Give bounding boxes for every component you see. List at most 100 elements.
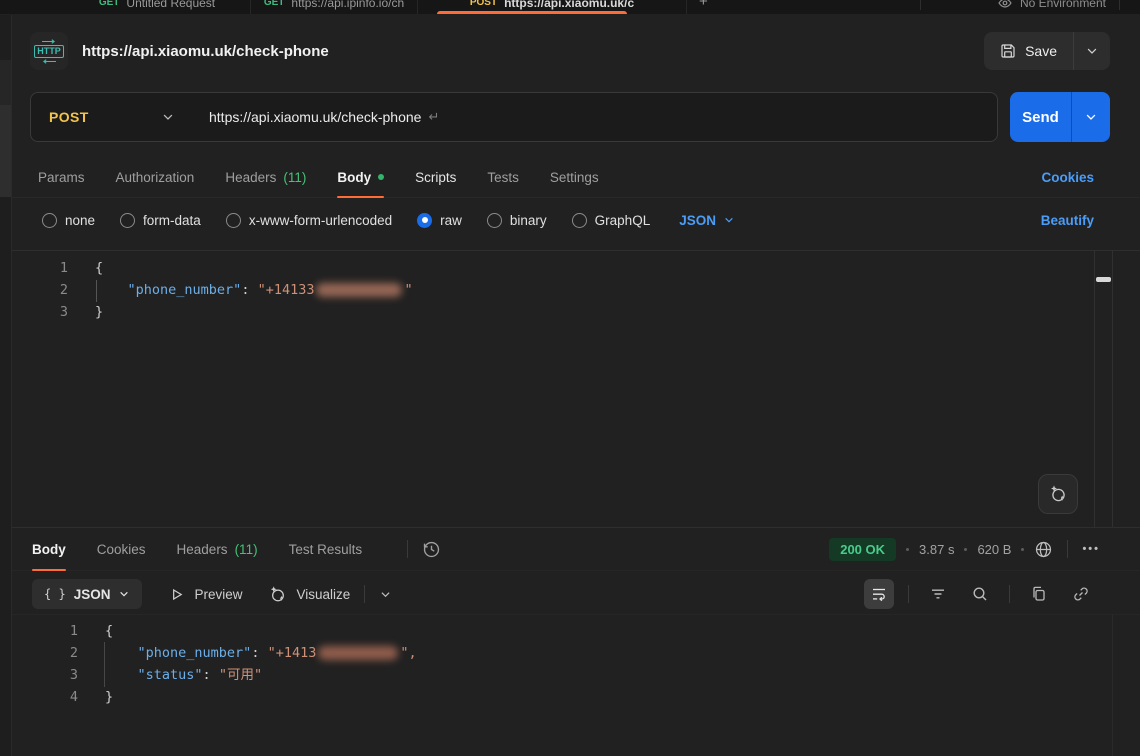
tab-scripts[interactable]: Scripts	[415, 157, 456, 197]
response-format-dropdown[interactable]: { } JSON	[32, 579, 142, 609]
active-tab-underline	[437, 11, 627, 14]
tab-method-badge: GET	[99, 0, 120, 8]
url-input[interactable]: https://api.xiaomu.uk/check-phone	[209, 109, 421, 125]
sidebar-collapsed-rail[interactable]	[0, 15, 12, 756]
mode-graphql[interactable]: GraphQL	[572, 213, 651, 228]
request-title: https://api.xiaomu.uk/check-phone	[82, 43, 329, 60]
scrollbar-thumb[interactable]	[1096, 277, 1111, 282]
chevron-down-icon	[1084, 110, 1098, 124]
workspace-tabbar: GET Untitled Request GET https://api.ipi…	[0, 0, 1140, 14]
tab-params[interactable]: Params	[38, 157, 85, 197]
request-header: HTTP https://api.xiaomu.uk/check-phone S…	[30, 31, 1110, 71]
chevron-down-icon	[118, 588, 130, 600]
tab-settings[interactable]: Settings	[550, 157, 599, 197]
url-row: POST https://api.xiaomu.uk/check-phone ↵…	[30, 92, 1110, 142]
divider	[908, 585, 909, 603]
mode-form-data[interactable]: form-data	[120, 213, 201, 228]
body-mode-row: none form-data x-www-form-urlencoded raw…	[42, 203, 1094, 237]
mode-raw-selected[interactable]: raw	[417, 213, 462, 228]
tab-authorization[interactable]: Authorization	[116, 157, 195, 197]
request-tab-1[interactable]: GET Untitled Request	[64, 0, 251, 14]
code-line: 4 }	[12, 686, 1140, 708]
method-select[interactable]: POST	[31, 109, 189, 125]
line-number: 4	[12, 686, 78, 708]
indent-guide	[104, 642, 105, 687]
radio-icon	[487, 213, 502, 228]
response-body-viewer[interactable]: 1 { 2 "phone_number": "+1413", 3 "status…	[12, 614, 1140, 756]
request-body-editor[interactable]: 1 { 2 "phone_number": "+14133" 3 }	[12, 250, 1140, 534]
link-icon[interactable]	[1066, 579, 1096, 609]
response-tabs: Body Cookies Headers (11) Test Results 2…	[12, 527, 1140, 571]
tab-response-headers[interactable]: Headers (11)	[177, 528, 258, 570]
cookies-link[interactable]: Cookies	[1041, 170, 1094, 185]
sparkle-icon	[1048, 484, 1068, 504]
divider	[364, 585, 365, 603]
globe-icon[interactable]	[1034, 540, 1053, 559]
topbar-divider	[920, 0, 921, 10]
app-window: GET Untitled Request GET https://api.ipi…	[0, 0, 1140, 756]
response-toolbar: { } JSON Preview Visualize	[32, 578, 1096, 610]
tab-test-results[interactable]: Test Results	[289, 528, 363, 570]
tab-method-badge: POST	[470, 0, 497, 8]
scrollbar-track	[1112, 250, 1113, 527]
visualize-options-button[interactable]	[379, 588, 392, 601]
code-line: 1 {	[12, 257, 1140, 279]
request-tabs: Params Authorization Headers (11) Body S…	[12, 157, 1140, 198]
tab-response-cookies[interactable]: Cookies	[97, 528, 146, 570]
divider	[1067, 540, 1068, 558]
radio-icon	[226, 213, 241, 228]
line-number: 1	[12, 620, 78, 642]
wrap-text-button[interactable]	[864, 579, 894, 609]
response-time: 3.87 s	[919, 542, 954, 557]
chevron-down-icon	[1085, 44, 1099, 58]
scrollbar-track	[1094, 250, 1095, 527]
code-line: 1 {	[12, 620, 1140, 642]
mode-none[interactable]: none	[42, 213, 95, 228]
send-button[interactable]: Send	[1010, 92, 1071, 142]
language-dropdown[interactable]: JSON	[679, 213, 735, 228]
method-label: POST	[49, 109, 89, 125]
history-icon[interactable]	[422, 540, 441, 559]
save-button[interactable]: Save	[984, 32, 1073, 70]
response-tools	[864, 579, 1096, 609]
status-badge: 200 OK	[829, 538, 896, 561]
environment-selector[interactable]: No Environment	[998, 0, 1106, 14]
code-line: 2 "phone_number": "+14133"	[12, 279, 1140, 301]
line-number: 3	[12, 664, 78, 686]
scrollbar-track	[1112, 614, 1113, 756]
sparkle-icon	[268, 585, 287, 604]
mode-x-www-form-urlencoded[interactable]: x-www-form-urlencoded	[226, 213, 392, 228]
play-icon	[168, 586, 185, 603]
filter-icon[interactable]	[923, 579, 953, 609]
save-icon	[1000, 43, 1016, 59]
url-bar: POST https://api.xiaomu.uk/check-phone ↵	[30, 92, 998, 142]
tab-body[interactable]: Body	[337, 157, 384, 197]
more-actions-button[interactable]: •••	[1082, 543, 1100, 555]
preview-button[interactable]: Preview	[168, 586, 242, 603]
request-tab-2[interactable]: GET https://api.ipinfo.io/ch	[251, 0, 418, 14]
line-number: 2	[12, 642, 78, 664]
radio-icon	[42, 213, 57, 228]
copy-icon[interactable]	[1024, 579, 1054, 609]
line-number: 2	[12, 279, 68, 301]
new-tab-button[interactable]: +	[699, 0, 708, 10]
radio-selected-icon	[417, 213, 432, 228]
tab-headers[interactable]: Headers (11)	[225, 157, 306, 197]
send-button-group: Send	[1010, 92, 1110, 142]
line-number: 3	[12, 301, 68, 323]
tab-title: https://api.ipinfo.io/ch	[291, 0, 404, 10]
visualize-button[interactable]: Visualize	[268, 585, 350, 604]
beautify-link[interactable]: Beautify	[1041, 213, 1094, 228]
send-options-button[interactable]	[1071, 92, 1110, 142]
save-options-button[interactable]	[1073, 32, 1110, 70]
tab-tests[interactable]: Tests	[487, 157, 519, 197]
response-size: 620 B	[977, 542, 1011, 557]
tab-title: Untitled Request	[126, 0, 215, 10]
tab-response-body[interactable]: Body	[32, 528, 66, 570]
search-icon[interactable]	[965, 579, 995, 609]
mode-binary[interactable]: binary	[487, 213, 547, 228]
postbot-button[interactable]	[1038, 474, 1078, 514]
radio-icon	[572, 213, 587, 228]
headers-count: (11)	[283, 170, 306, 185]
topbar-divider	[1119, 0, 1120, 10]
